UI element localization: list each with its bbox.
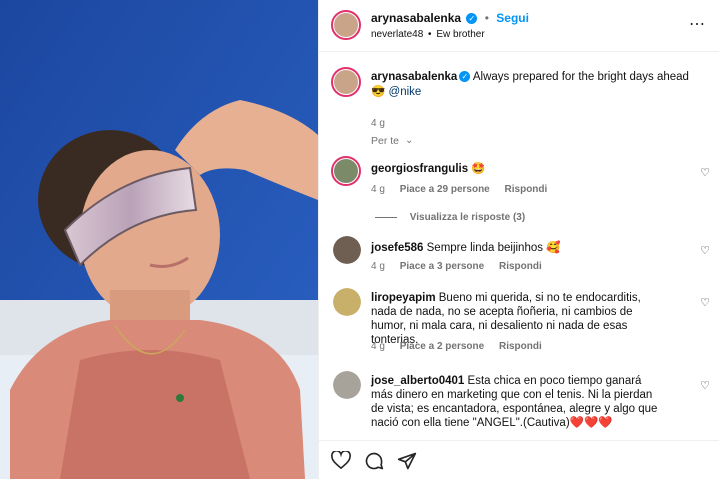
comment-time[interactable]: 4 g [371,341,385,352]
mention-link[interactable]: @nike [389,86,422,98]
replies-line [375,216,397,218]
author-username[interactable]: arynasabalenka [371,11,461,25]
verified-icon: ✓ [459,71,471,83]
post-detail-panel: arynasabalenka ✓ • Segui neverlate48 • E… [318,0,719,479]
comment-meta: 4 g Piace a 29 persone Rispondi [371,184,559,195]
comment-body: jose_alberto0401 Esta chica en poco tiem… [371,374,661,430]
comment-username[interactable]: jose_alberto0401 [371,375,464,387]
reply-button[interactable]: Rispondi [505,184,548,195]
comment-text: 🤩 [471,163,486,175]
comment-username[interactable]: josefe586 [371,242,423,254]
reply-button[interactable]: Rispondi [499,261,542,272]
comment-item: georgiosfrangulis 🤩 4 g Piace a 29 perso… [319,156,719,236]
sunglasses-emoji: 😎 [371,86,386,98]
comment-avatar[interactable] [333,371,361,399]
comment-time[interactable]: 4 g [371,261,385,272]
post-photo[interactable] [0,0,318,479]
audio-separator: • [428,29,432,40]
comment-item: josefe586 Sempre linda beijinhos 🥰 4 g P… [319,236,719,286]
comment-meta: 4 g Piace a 3 persone Rispondi [371,261,554,272]
comments-section: arynasabalenka ✓ Always prepared for the … [319,53,719,438]
comment-like-icon[interactable]: ♡ [700,296,710,309]
share-icon[interactable] [397,451,417,477]
caption-text: Always prepared for the bright days ahea… [472,71,689,83]
heart-icon[interactable] [331,450,351,475]
caption: arynasabalenka ✓ Always prepared for the … [319,67,719,129]
sort-selector[interactable]: Per te ⌄ [319,135,719,151]
comment-avatar[interactable] [333,236,361,264]
caption-time[interactable]: 4 g [371,118,385,129]
comment-like-icon[interactable]: ♡ [700,244,710,257]
comment-username[interactable]: georgiosfrangulis [371,163,468,175]
audio-title[interactable]: Ew brother [436,29,484,40]
verified-icon: ✓ [466,13,478,25]
comment-icon[interactable] [364,451,384,477]
comment-avatar[interactable] [331,156,361,186]
comment-item: liropeyapim Bueno mi querida, si no te e… [319,288,719,363]
caption-avatar[interactable] [331,67,361,97]
comment-time[interactable]: 4 g [371,184,385,195]
caption-username[interactable]: arynasabalenka [371,71,457,83]
comment-username[interactable]: liropeyapim [371,292,436,304]
view-replies-button[interactable]: Visualizza le risposte (3) [375,212,525,223]
comment-item: jose_alberto0401 Esta chica en poco tiem… [319,371,719,438]
follow-button[interactable]: Segui [496,11,529,25]
post-header: arynasabalenka ✓ • Segui neverlate48 • E… [319,0,719,52]
separator-dot: • [484,11,489,25]
comment-avatar[interactable] [333,288,361,316]
comment-body: liropeyapim Bueno mi querida, si no te e… [371,291,661,347]
comment-likes[interactable]: Piace a 3 persone [400,261,485,272]
audio-info[interactable]: neverlate48 • Ew brother [371,29,485,40]
comment-likes[interactable]: Piace a 29 persone [400,184,490,195]
action-bar [319,440,719,479]
comment-like-icon[interactable]: ♡ [700,379,710,392]
more-horizontal-icon[interactable]: ⋯ [689,14,706,34]
view-replies-label[interactable]: Visualizza le risposte (3) [410,212,525,223]
chevron-down-icon[interactable]: ⌄ [405,135,413,146]
author-avatar[interactable] [331,10,361,40]
post-image [0,0,318,479]
comment-meta: 4 g Piace a 2 persone Rispondi [371,341,554,352]
comment-text: Sempre linda beijinhos 🥰 [426,242,561,254]
sort-label[interactable]: Per te [371,135,399,147]
reply-button[interactable]: Rispondi [499,341,542,352]
comment-likes[interactable]: Piace a 2 persone [400,341,485,352]
audio-user[interactable]: neverlate48 [371,29,423,40]
comment-like-icon[interactable]: ♡ [700,166,710,179]
